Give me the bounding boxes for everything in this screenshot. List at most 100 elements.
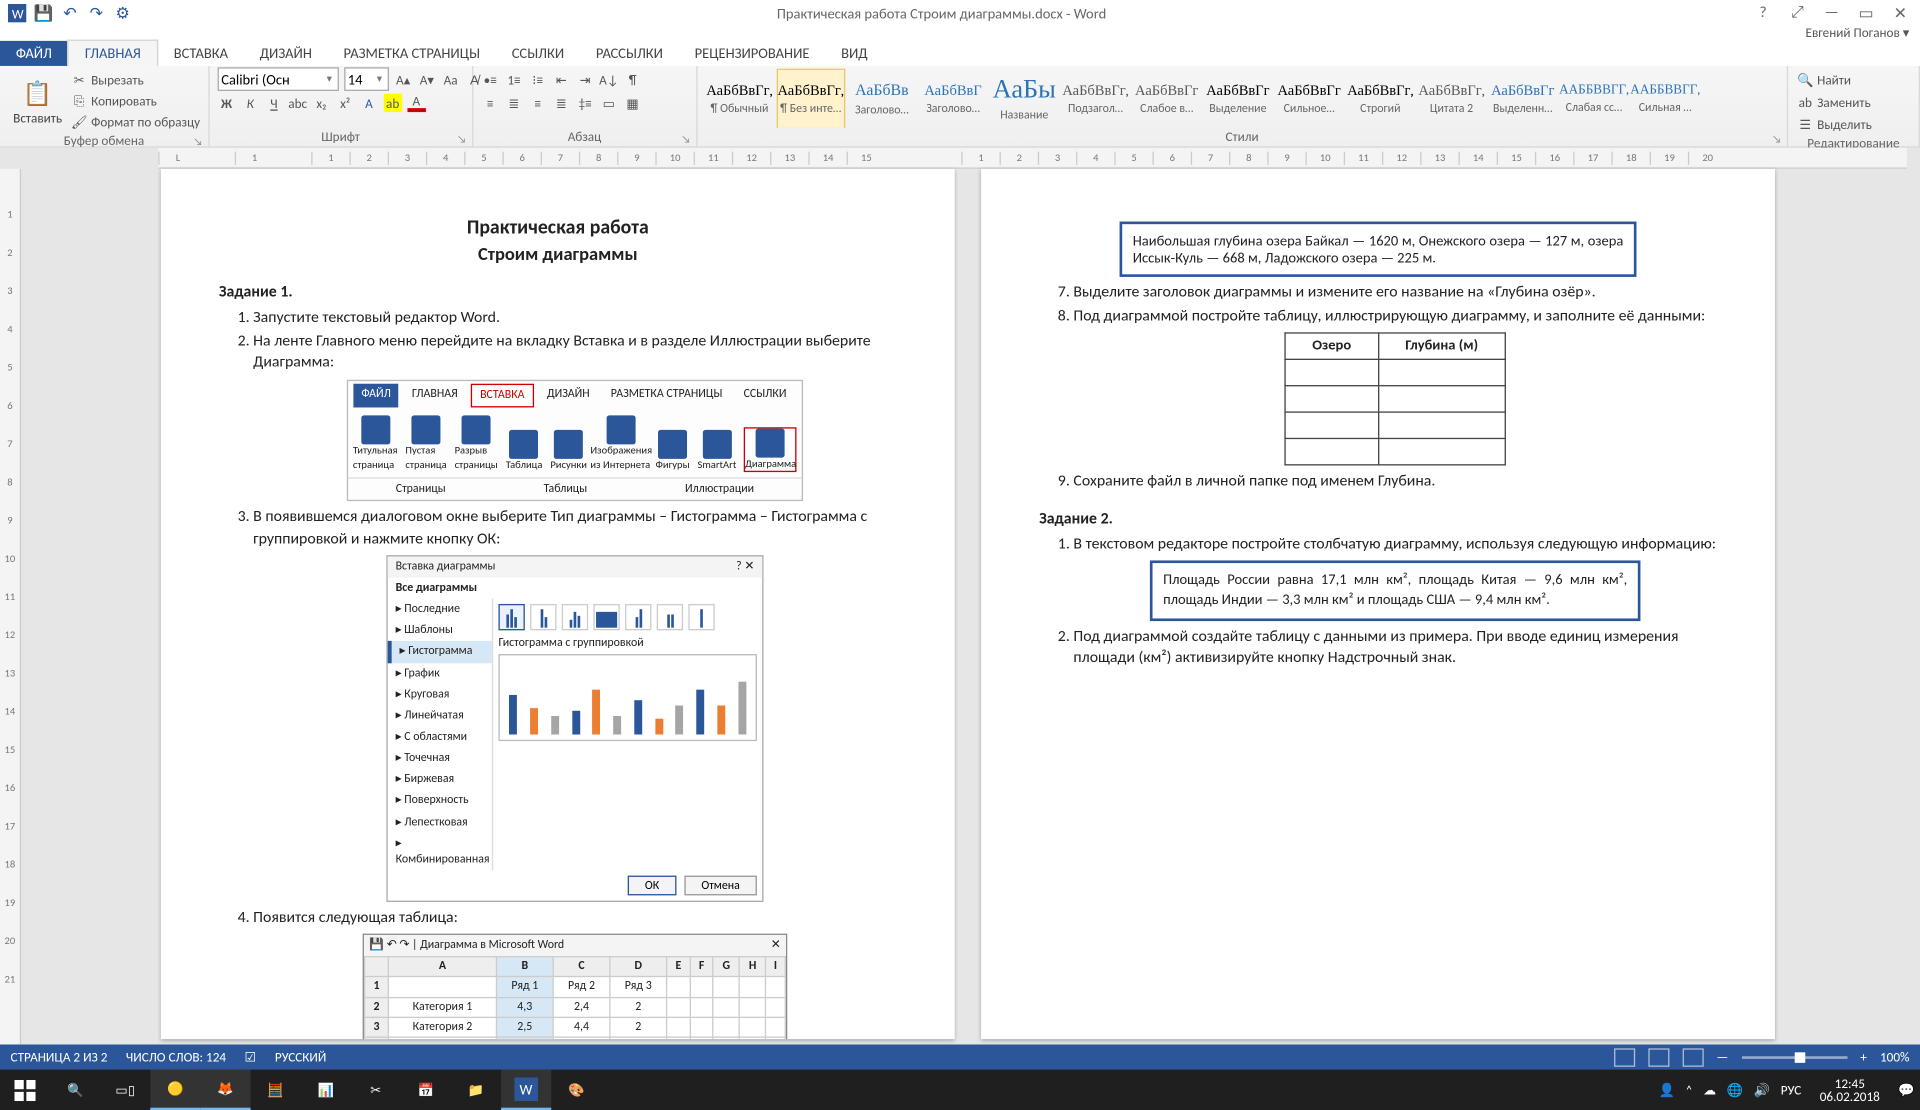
status-proof-icon[interactable]: ☑ <box>245 1048 257 1065</box>
style-item[interactable]: АаБбВвГгВыделение <box>1204 69 1273 128</box>
view-read-icon[interactable] <box>1614 1048 1635 1066</box>
borders-icon[interactable]: ▦ <box>623 94 641 112</box>
cut-button[interactable]: Вырезать <box>91 71 144 88</box>
format-painter-button[interactable]: Формат по образцу <box>91 113 200 130</box>
save-icon[interactable]: 💾 <box>32 1 56 25</box>
styles-dialog-launcher[interactable]: ↘ <box>1772 133 1781 146</box>
highlight-icon[interactable]: ab <box>383 94 401 112</box>
format-painter-icon[interactable]: 🖌 <box>70 112 88 130</box>
superscript-icon[interactable]: x² <box>336 94 354 112</box>
qat-more-icon[interactable]: ⚙ <box>111 1 135 25</box>
style-item[interactable]: АаБбВвЗаголово… <box>848 69 917 128</box>
tray-network-icon[interactable]: 🌐 <box>1727 1081 1743 1098</box>
style-item[interactable]: ААББВВГГ,Слабая сс… <box>1560 69 1629 128</box>
ruler-vertical[interactable]: 123456789101112131415161718192021 <box>0 169 21 1045</box>
replace-button[interactable]: Заменить <box>1817 93 1871 110</box>
paragraph-dialog-launcher[interactable]: ↘ <box>681 133 690 146</box>
page-1[interactable]: Практическая работа Строим диаграммы Зад… <box>161 169 955 1039</box>
tb-yandex[interactable]: 🟡 <box>150 1069 200 1110</box>
style-item[interactable]: АаБбВвГгСильное… <box>1275 69 1344 128</box>
replace-icon[interactable]: ab <box>1796 92 1814 110</box>
ruler-horizontal[interactable]: L112345678910111213141512345678910111213… <box>158 148 1907 169</box>
indent-dec-icon[interactable]: ⇤ <box>552 70 570 88</box>
shading-icon[interactable]: ▭ <box>600 94 618 112</box>
view-web-icon[interactable] <box>1682 1048 1703 1066</box>
style-item[interactable]: АаБыНазвание <box>990 69 1059 128</box>
minimize-icon[interactable]: — <box>1817 3 1846 23</box>
linespacing-icon[interactable]: ‡≡ <box>576 94 594 112</box>
ribbon-collapse-icon[interactable]: ⤢ <box>1783 3 1812 23</box>
grow-font-icon[interactable]: A▴ <box>394 70 412 88</box>
tray-clock[interactable]: 12:4506.02.2018 <box>1812 1077 1888 1103</box>
style-item[interactable]: АаБбВвГг,Строгий <box>1346 69 1415 128</box>
tray-lang[interactable]: РУС <box>1781 1081 1801 1098</box>
tab-home[interactable]: ГЛАВНАЯ <box>68 40 158 66</box>
sort-icon[interactable]: A↓ <box>600 70 618 88</box>
tab-insert[interactable]: ВСТАВКА <box>158 41 244 66</box>
cut-icon[interactable]: ✂ <box>70 70 88 88</box>
tab-view[interactable]: ВИД <box>825 41 883 66</box>
font-size-combo[interactable]: ▾ <box>344 67 389 91</box>
align-center-icon[interactable]: ≣ <box>505 94 523 112</box>
tab-mailings[interactable]: РАССЫЛКИ <box>580 41 679 66</box>
page-2[interactable]: Наибольшая глубина озера Байкал — 1620 м… <box>981 169 1775 1039</box>
font-color-icon[interactable]: A <box>407 94 425 112</box>
select-button[interactable]: Выделить <box>1817 115 1872 132</box>
tab-layout[interactable]: РАЗМЕТКА СТРАНИЦЫ <box>328 41 496 66</box>
user-name[interactable]: Евгений Поганов ▾ <box>0 26 1920 39</box>
taskview-button[interactable]: ▭▯ <box>100 1069 150 1110</box>
bold-button[interactable]: Ж <box>217 94 235 112</box>
tab-file[interactable]: ФАЙЛ <box>0 41 68 66</box>
indent-inc-icon[interactable]: ⇥ <box>576 70 594 88</box>
style-item[interactable]: АаБбВвГг,¶ Без инте… <box>776 69 845 128</box>
tray-people-icon[interactable]: 👤 <box>1658 1081 1674 1098</box>
align-right-icon[interactable]: ≡ <box>528 94 546 112</box>
text-effects-icon[interactable]: A <box>360 94 378 112</box>
font-dialog-launcher[interactable]: ↘ <box>457 133 466 146</box>
style-item[interactable]: ААББВВГГ,Сильная … <box>1631 69 1700 128</box>
paste-button[interactable]: 📋Вставить <box>8 76 67 125</box>
copy-icon[interactable]: ⎘ <box>70 91 88 109</box>
tab-references[interactable]: ССЫЛКИ <box>496 41 580 66</box>
tab-review[interactable]: РЕЦЕНЗИРОВАНИЕ <box>679 41 825 66</box>
tb-word[interactable]: W <box>501 1069 551 1110</box>
shrink-font-icon[interactable]: A▾ <box>418 70 436 88</box>
tray-onedrive-icon[interactable]: ☁ <box>1703 1081 1716 1098</box>
style-item[interactable]: АаБбВвГг,Цитата 2 <box>1417 69 1486 128</box>
status-words[interactable]: ЧИСЛО СЛОВ: 124 <box>126 1048 226 1065</box>
bullets-icon[interactable]: •≡ <box>481 70 499 88</box>
tb-calc[interactable]: 🧮 <box>251 1069 301 1110</box>
showmarks-icon[interactable]: ¶ <box>623 70 641 88</box>
view-print-icon[interactable] <box>1648 1048 1669 1066</box>
style-item[interactable]: АаБбВвГг,¶ Обычный <box>705 69 774 128</box>
redo-icon[interactable]: ↷ <box>84 1 108 25</box>
select-icon[interactable]: ☰ <box>1796 115 1814 133</box>
tab-design[interactable]: ДИЗАЙН <box>244 41 328 66</box>
align-left-icon[interactable]: ≡ <box>481 94 499 112</box>
zoom-slider[interactable] <box>1742 1056 1847 1059</box>
style-item[interactable]: АаБбВвГгСлабое в… <box>1132 69 1201 128</box>
undo-icon[interactable]: ↶ <box>58 1 82 25</box>
maximize-icon[interactable]: ▭ <box>1851 3 1880 23</box>
style-item[interactable]: АаБбВвГг,Подзагол… <box>1061 69 1130 128</box>
status-language[interactable]: РУССКИЙ <box>275 1048 326 1065</box>
tray-notifications-icon[interactable]: 💬 <box>1898 1081 1914 1098</box>
tray-volume-icon[interactable]: 🔊 <box>1754 1081 1770 1098</box>
tb-calendar[interactable]: 📅 <box>401 1069 451 1110</box>
font-name-combo[interactable]: ▾ <box>217 67 338 91</box>
search-button[interactable]: 🔍 <box>50 1069 100 1110</box>
italic-button[interactable]: К <box>241 94 259 112</box>
zoom-level[interactable]: 100% <box>1880 1048 1909 1065</box>
zoom-out-button[interactable]: — <box>1716 1048 1728 1065</box>
tb-firefox[interactable]: 🦊 <box>200 1069 250 1110</box>
numbering-icon[interactable]: 1≡ <box>505 70 523 88</box>
start-button[interactable] <box>0 1069 50 1110</box>
justify-icon[interactable]: ≣ <box>552 94 570 112</box>
change-case-icon[interactable]: Aa <box>441 70 459 88</box>
subscript-icon[interactable]: x₂ <box>312 94 330 112</box>
find-button[interactable]: Найти <box>1817 71 1851 88</box>
close-icon[interactable]: ✕ <box>1886 3 1915 23</box>
tb-paint[interactable]: 🎨 <box>551 1069 601 1110</box>
style-item[interactable]: АаБбВвГЗаголово… <box>919 69 988 128</box>
tb-explorer[interactable]: 📁 <box>451 1069 501 1110</box>
